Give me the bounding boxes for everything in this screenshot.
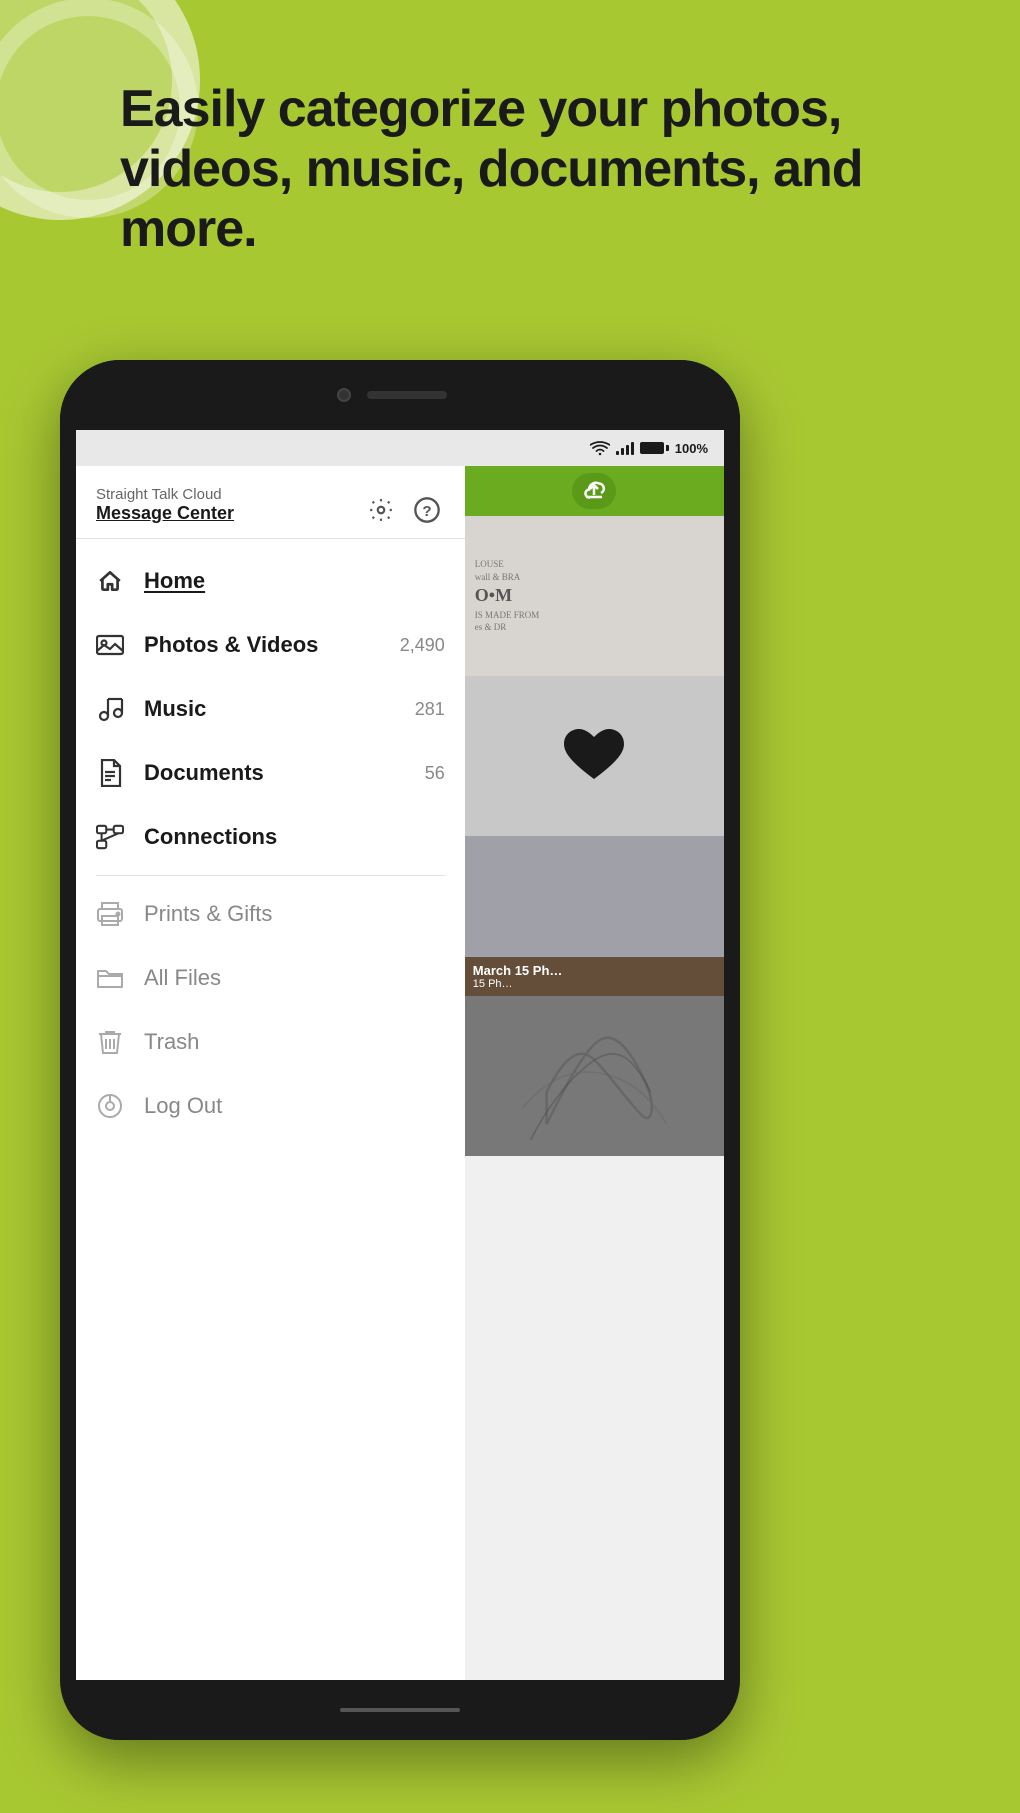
content-panel: LOUSE wall & BRA O•M IS MADE FROM es & D… xyxy=(465,466,724,1680)
nav-item-music[interactable]: Music 281 xyxy=(76,677,465,741)
header-actions: ? xyxy=(363,492,445,528)
trash-icon xyxy=(96,1028,124,1056)
photo-text-1: LOUSE wall & BRA O•M IS MADE FROM es & D… xyxy=(475,558,714,634)
status-icons: 100% xyxy=(590,441,708,456)
photo-label-3: March 15 Ph… 15 Ph… xyxy=(465,957,724,996)
nav-label-photos: Photos & Videos xyxy=(144,632,380,658)
nav-item-allfiles[interactable]: All Files xyxy=(76,946,465,1010)
photo-item-4 xyxy=(465,996,724,1156)
phone-speaker xyxy=(367,391,447,399)
status-bar: 100% xyxy=(76,430,724,466)
photo-grid: LOUSE wall & BRA O•M IS MADE FROM es & D… xyxy=(465,516,724,1156)
nav-label-allfiles: All Files xyxy=(144,965,445,991)
photo-pattern-4 xyxy=(465,996,724,1156)
app-header-row: Straight Talk Cloud Message Center xyxy=(96,486,445,528)
nav-label-logout: Log Out xyxy=(144,1093,445,1119)
connections-icon xyxy=(96,823,124,851)
wifi-icon xyxy=(590,441,610,456)
nav-item-logout[interactable]: Log Out xyxy=(76,1074,465,1138)
phone-bottom xyxy=(76,1680,724,1740)
nav-label-trash: Trash xyxy=(144,1029,445,1055)
folder-icon xyxy=(96,964,124,992)
home-icon xyxy=(96,567,124,595)
nav-label-prints: Prints & Gifts xyxy=(144,901,445,927)
nav-item-prints[interactable]: Prints & Gifts xyxy=(76,882,465,946)
help-icon: ? xyxy=(413,496,441,524)
app-branding: Straight Talk Cloud Message Center xyxy=(96,486,234,524)
phone-notch xyxy=(60,360,740,430)
nav-drawer: Straight Talk Cloud Message Center xyxy=(76,466,465,1680)
nav-item-connections[interactable]: Connections xyxy=(76,805,465,869)
screen-content: Straight Talk Cloud Message Center xyxy=(76,466,724,1680)
nav-label-music: Music xyxy=(144,696,395,722)
photo-item-2 xyxy=(465,676,724,836)
signal-icon xyxy=(616,441,634,455)
nav-list: Home Photos & Videos 2,490 xyxy=(76,539,465,1680)
app-header: Straight Talk Cloud Message Center xyxy=(76,466,465,539)
heart-decoration xyxy=(564,729,624,784)
phone-mockup: 100% Straight Talk Cloud Message Center xyxy=(60,360,740,1740)
home-indicator xyxy=(340,1708,460,1712)
nav-label-documents: Documents xyxy=(144,760,405,786)
prints-icon xyxy=(96,900,124,928)
nav-item-documents[interactable]: Documents 56 xyxy=(76,741,465,805)
nav-count-photos: 2,490 xyxy=(400,635,445,656)
logout-icon xyxy=(96,1092,124,1120)
nav-count-documents: 56 xyxy=(425,763,445,784)
gear-icon xyxy=(368,497,394,523)
front-camera xyxy=(337,388,351,402)
svg-text:?: ? xyxy=(422,503,431,520)
help-button[interactable]: ? xyxy=(409,492,445,528)
nav-item-photos[interactable]: Photos & Videos 2,490 xyxy=(76,613,465,677)
music-icon xyxy=(96,695,124,723)
cloud-upload-button[interactable] xyxy=(572,473,616,509)
content-header xyxy=(465,466,724,516)
nav-count-music: 281 xyxy=(415,699,445,720)
nav-label-home: Home xyxy=(144,568,425,594)
photo-item-3: March 15 Ph… 15 Ph… xyxy=(465,836,724,996)
photo-item-1: LOUSE wall & BRA O•M IS MADE FROM es & D… xyxy=(465,516,724,676)
nav-label-connections: Connections xyxy=(144,824,425,850)
battery-percent: 100% xyxy=(675,441,708,456)
settings-button[interactable] xyxy=(363,492,399,528)
nav-item-home[interactable]: Home xyxy=(76,549,465,613)
battery-icon xyxy=(640,442,669,454)
nav-item-trash[interactable]: Trash xyxy=(76,1010,465,1074)
doc-icon xyxy=(96,759,124,787)
nav-divider xyxy=(76,875,465,876)
photo-icon xyxy=(96,631,124,659)
app-brand: Straight Talk Cloud xyxy=(96,486,234,503)
app-subtitle: Message Center xyxy=(96,503,234,524)
headline: Easily categorize your photos, videos, m… xyxy=(120,80,960,259)
